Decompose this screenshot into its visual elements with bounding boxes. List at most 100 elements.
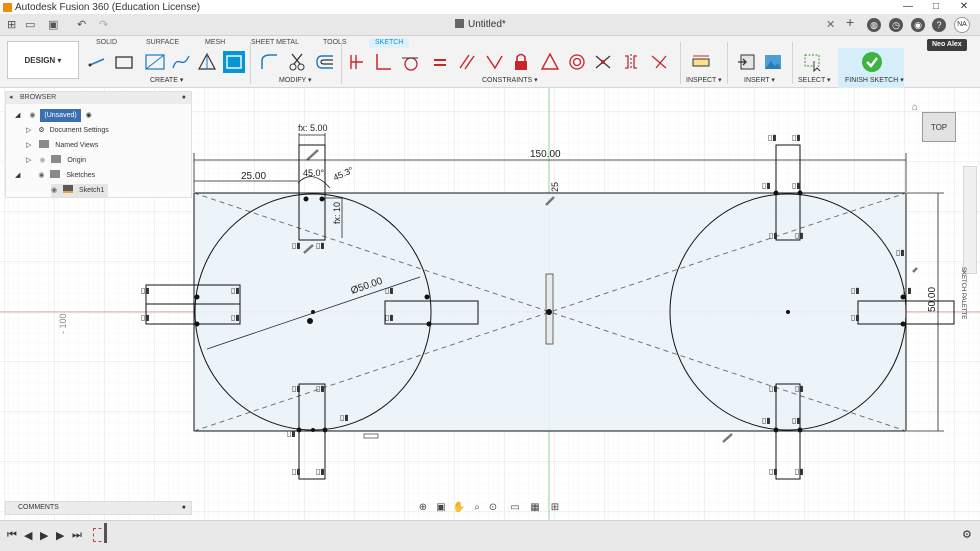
- expand-arrow-icon[interactable]: ◢: [15, 172, 20, 179]
- constraints-menu[interactable]: CONSTRAINTS ▾: [482, 76, 538, 85]
- timeline-settings-icon[interactable]: ⚙: [962, 528, 972, 541]
- look-at-icon[interactable]: ▣: [434, 501, 448, 515]
- home-view-icon[interactable]: ⌂: [912, 102, 918, 113]
- expand-arrow-icon[interactable]: ▷: [26, 127, 31, 134]
- document-tab[interactable]: Untitled*: [455, 17, 506, 33]
- step-back-icon[interactable]: ◀: [24, 529, 32, 542]
- dim-angle-a[interactable]: 45.0°: [303, 168, 325, 178]
- comments-add-icon[interactable]: ●: [182, 502, 186, 514]
- grid-settings-icon[interactable]: ▦: [528, 501, 542, 515]
- tab-tools[interactable]: TOOLS: [323, 38, 347, 48]
- browser-item-named-views[interactable]: ▷ Named Views: [26, 139, 98, 152]
- horizontal-constraint-icon[interactable]: [372, 51, 394, 73]
- workspace-switcher[interactable]: DESIGN ▾: [7, 41, 79, 79]
- dim-height[interactable]: 50.00: [927, 287, 938, 312]
- inspect-menu[interactable]: INSPECT ▾: [686, 76, 722, 85]
- undo-icon[interactable]: ↶: [77, 18, 86, 32]
- minimize-button[interactable]: —: [894, 0, 922, 14]
- dim-fx-height[interactable]: fx: 10: [332, 202, 342, 224]
- tab-sketch[interactable]: SKETCH: [369, 38, 410, 48]
- pan-hand-icon[interactable]: ✋: [452, 501, 466, 515]
- job-status-icon[interactable]: ◷: [889, 18, 903, 32]
- expand-arrow-icon[interactable]: ▷: [26, 157, 31, 164]
- origin-point[interactable]: [546, 309, 552, 315]
- user-name-badge[interactable]: Neo Alex: [927, 39, 967, 51]
- dim-fx-width[interactable]: fx: 5.00: [298, 123, 328, 133]
- play-icon[interactable]: ▶: [40, 529, 48, 542]
- tab-solid[interactable]: SOLID: [96, 38, 117, 48]
- step-forward-icon[interactable]: ▶: [56, 529, 64, 542]
- browser-header[interactable]: ◂ BROWSER ●: [6, 92, 191, 104]
- spline-tool-icon[interactable]: [170, 51, 192, 73]
- tangent-constraint-icon[interactable]: [399, 51, 421, 73]
- tab-sheet-metal[interactable]: SHEET METAL: [251, 38, 299, 48]
- curvature-constraint-icon[interactable]: [648, 51, 670, 73]
- help-icon[interactable]: ?: [932, 18, 946, 32]
- fillet-tool-icon[interactable]: [258, 51, 280, 73]
- select-menu[interactable]: SELECT ▾: [798, 76, 831, 85]
- redo-icon[interactable]: ↷: [99, 18, 108, 32]
- extensions-icon[interactable]: ◍: [867, 18, 881, 32]
- measure-tool-icon[interactable]: [690, 51, 712, 73]
- go-to-start-icon[interactable]: ⏮: [7, 529, 17, 542]
- expand-arrow-icon[interactable]: ▷: [26, 142, 31, 149]
- notifications-icon[interactable]: ◉: [911, 18, 925, 32]
- go-to-end-icon[interactable]: ⏭: [72, 529, 82, 542]
- file-icon[interactable]: ▭: [25, 18, 35, 32]
- browser-item-origin[interactable]: ▷ ◉ Origin: [26, 154, 86, 167]
- maximize-button[interactable]: □: [922, 0, 950, 14]
- equal-constraint-icon[interactable]: [429, 51, 451, 73]
- offset-tool-icon[interactable]: [314, 51, 336, 73]
- expand-arrow-icon[interactable]: ◢: [15, 112, 20, 119]
- insert-menu[interactable]: INSERT ▾: [744, 76, 775, 85]
- close-tab-icon[interactable]: ✕: [826, 18, 835, 31]
- new-tab-icon[interactable]: +: [846, 15, 854, 29]
- dim-overall-length[interactable]: 150.00: [530, 149, 561, 160]
- timeline-marker[interactable]: [104, 523, 107, 543]
- coincident-constraint-icon[interactable]: [346, 51, 368, 73]
- triangle-tool-icon[interactable]: [196, 51, 218, 73]
- right-circle-center[interactable]: [786, 310, 790, 314]
- dim-offset-25[interactable]: 25.00: [241, 171, 266, 182]
- comments-panel[interactable]: COMMENTS ●: [5, 501, 192, 515]
- project-tool-icon[interactable]: [223, 51, 245, 73]
- tab-mesh[interactable]: MESH: [205, 38, 225, 48]
- symmetry-constraint-icon[interactable]: [620, 51, 642, 73]
- browser-item-sketches[interactable]: ◢ ◉ Sketches: [15, 169, 95, 182]
- create-menu[interactable]: CREATE ▾: [150, 76, 183, 85]
- rectangle-tool-icon[interactable]: [113, 51, 135, 73]
- insert-canvas-icon[interactable]: [762, 51, 784, 73]
- zoom-icon[interactable]: ⌕: [470, 501, 484, 515]
- visibility-eye-icon[interactable]: ◉: [38, 172, 44, 179]
- concentric-constraint-icon[interactable]: [566, 51, 588, 73]
- viewcube[interactable]: TOP: [922, 112, 956, 142]
- user-avatar[interactable]: NA: [954, 17, 970, 33]
- save-icon[interactable]: ▣: [48, 18, 58, 32]
- select-tool-icon[interactable]: [802, 51, 824, 73]
- fix-constraint-icon[interactable]: [510, 51, 532, 73]
- parallel-constraint-icon[interactable]: [456, 51, 478, 73]
- browser-item-sketch1[interactable]: ◉ Sketch1: [51, 184, 109, 197]
- modify-menu[interactable]: MODIFY ▾: [279, 76, 312, 85]
- browser-item-document-settings[interactable]: ▷ ⚙ Document Settings: [26, 124, 109, 137]
- circle-tool-icon[interactable]: [144, 51, 166, 73]
- fit-icon[interactable]: ⊙: [486, 501, 500, 515]
- display-settings-icon[interactable]: ▭: [508, 501, 522, 515]
- visibility-eye-icon[interactable]: ◉: [29, 112, 35, 119]
- midpoint-marker[interactable]: [545, 273, 554, 345]
- browser-options-icon[interactable]: ●: [182, 92, 186, 104]
- tab-surface[interactable]: SURFACE: [146, 38, 179, 48]
- line-tool-icon[interactable]: [87, 51, 109, 73]
- dim-vertical-25[interactable]: 25: [550, 182, 560, 192]
- orbit-icon[interactable]: ⊕: [416, 501, 430, 515]
- midpoint-constraint-icon[interactable]: [539, 51, 561, 73]
- grid-menu-icon[interactable]: ⊞: [7, 18, 16, 32]
- finish-sketch-menu[interactable]: FINISH SKETCH ▾: [845, 76, 904, 85]
- insert-derive-icon[interactable]: [736, 51, 758, 73]
- browser-item-unsaved[interactable]: ◢ ◉ (Unsaved) ◉: [15, 109, 92, 122]
- sketch-palette-tab[interactable]: SKETCH PALETTE: [960, 166, 977, 319]
- viewports-icon[interactable]: ⊞: [548, 501, 562, 515]
- collinear-constraint-icon[interactable]: [592, 51, 614, 73]
- activate-radio-icon[interactable]: ◉: [86, 112, 92, 119]
- visibility-eye-icon[interactable]: ◉: [39, 157, 45, 164]
